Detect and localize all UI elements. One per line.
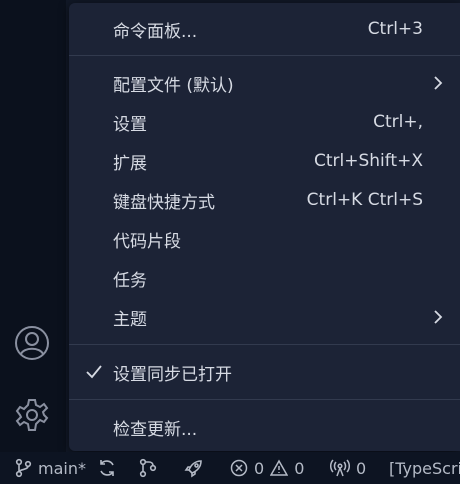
account-icon[interactable] bbox=[13, 324, 51, 362]
menu-item-label: 扩展 bbox=[113, 153, 147, 174]
chevron-right-icon bbox=[434, 76, 443, 90]
checkmark-icon bbox=[86, 365, 102, 379]
menu-separator bbox=[69, 399, 460, 400]
menu-item-label: 命令面板... bbox=[113, 21, 198, 42]
git-branch-icon bbox=[15, 458, 32, 478]
error-count: 0 bbox=[254, 458, 265, 478]
activity-bar bbox=[0, 0, 66, 452]
rocket-icon[interactable] bbox=[184, 452, 204, 484]
sync-icon[interactable] bbox=[97, 452, 117, 484]
menu-item-label: 设置同步已打开 bbox=[113, 364, 232, 385]
menu-item-label: 配置文件 (默认) bbox=[113, 75, 234, 96]
menu-item-keyboard-shortcuts[interactable]: 键盘快捷方式 Ctrl+K Ctrl+S bbox=[69, 182, 460, 218]
gear-icon[interactable] bbox=[13, 396, 51, 434]
menu-item-shortcut: Ctrl+, bbox=[373, 112, 423, 132]
menu-item-command-palette[interactable]: 命令面板... Ctrl+3 bbox=[69, 11, 460, 47]
menu-item-label: 检查更新... bbox=[113, 419, 198, 440]
ports-count: 0 bbox=[356, 458, 367, 478]
manage-context-menu: 命令面板... Ctrl+3 配置文件 (默认) 设置 Ctrl+, 扩展 Ct… bbox=[69, 3, 460, 451]
menu-item-extensions[interactable]: 扩展 Ctrl+Shift+X bbox=[69, 143, 460, 179]
menu-item-tasks[interactable]: 任务 bbox=[69, 260, 460, 296]
menu-item-label: 代码片段 bbox=[113, 231, 181, 252]
menu-item-label: 设置 bbox=[113, 114, 147, 135]
branch-name: main* bbox=[38, 458, 86, 478]
warning-count: 0 bbox=[294, 458, 305, 478]
menu-separator bbox=[69, 55, 460, 56]
ports-indicator[interactable]: 0 bbox=[330, 452, 366, 484]
menu-item-profiles[interactable]: 配置文件 (默认) bbox=[69, 65, 460, 101]
broadcast-icon bbox=[330, 459, 350, 477]
menu-item-snippets[interactable]: 代码片段 bbox=[69, 221, 460, 257]
menu-item-shortcut: Ctrl+3 bbox=[367, 19, 423, 39]
app-window: 命令面板... Ctrl+3 配置文件 (默认) 设置 Ctrl+, 扩展 Ct… bbox=[0, 0, 460, 484]
menu-item-label: 任务 bbox=[113, 270, 147, 291]
chevron-right-icon bbox=[434, 310, 443, 324]
menu-item-settings-sync[interactable]: 设置同步已打开 bbox=[69, 354, 460, 390]
menu-item-themes[interactable]: 主题 bbox=[69, 299, 460, 335]
menu-item-check-updates[interactable]: 检查更新... bbox=[69, 409, 460, 445]
git-compare-icon[interactable] bbox=[139, 452, 157, 484]
menu-item-label: 主题 bbox=[113, 309, 147, 330]
language-label: [TypeScri bbox=[389, 458, 460, 478]
menu-item-shortcut: Ctrl+K Ctrl+S bbox=[306, 190, 423, 210]
problems-indicator[interactable]: 0 0 bbox=[230, 452, 304, 484]
status-branch[interactable]: main* bbox=[14, 452, 86, 484]
menu-item-shortcut: Ctrl+Shift+X bbox=[313, 151, 423, 171]
menu-item-settings[interactable]: 设置 Ctrl+, bbox=[69, 104, 460, 140]
error-icon bbox=[230, 459, 248, 477]
status-bar: main* 0 0 0 [TypeScri bbox=[0, 452, 460, 484]
warning-icon bbox=[270, 459, 289, 476]
menu-item-label: 键盘快捷方式 bbox=[113, 192, 215, 213]
menu-separator bbox=[69, 344, 460, 345]
language-mode[interactable]: [TypeScri bbox=[389, 452, 460, 484]
